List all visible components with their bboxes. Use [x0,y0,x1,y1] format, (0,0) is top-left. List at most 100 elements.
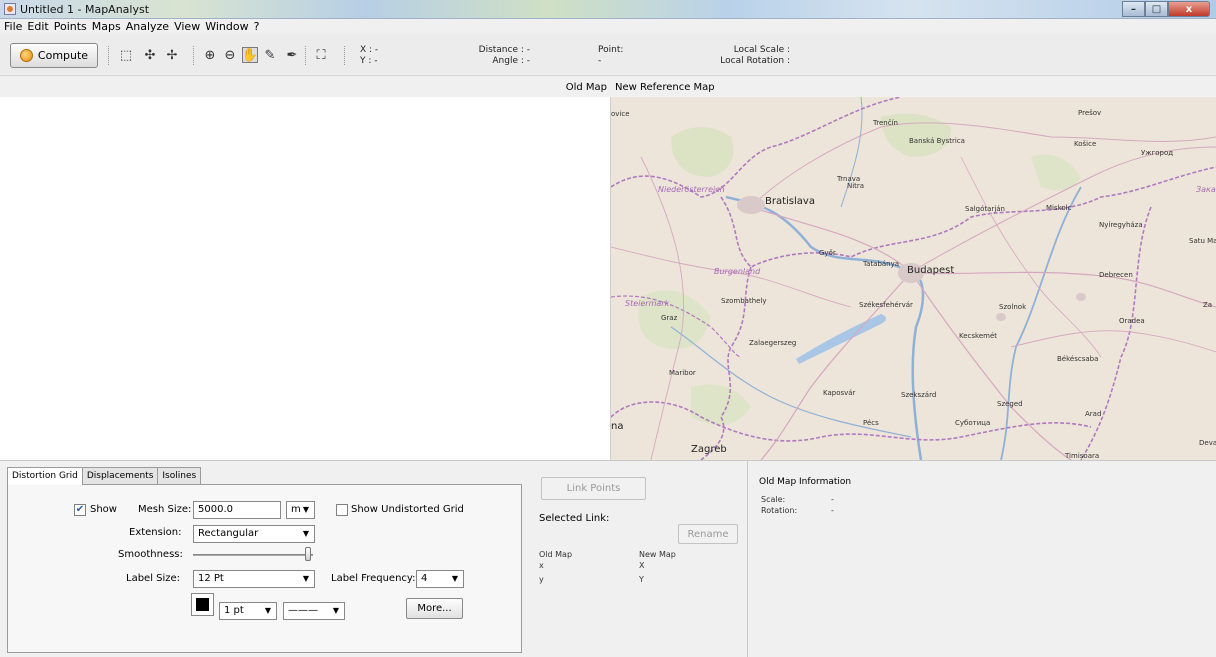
toolbar-separator [305,46,306,65]
map-label-na: na [611,421,624,432]
menu-file[interactable]: File [2,19,25,34]
map-label-zagreb: Zagreb [691,444,727,455]
compute-icon [19,49,33,62]
label-frequency-value: 4 [421,573,428,584]
map-label-banska: Banská Bystrica [909,137,965,145]
map-label-bratislava: Bratislava [765,196,815,207]
mesh-unit-select[interactable]: m ▼ [286,501,315,519]
tab-distortion-grid[interactable]: Distortion Grid [7,467,83,485]
menu-help[interactable]: ? [252,19,263,34]
map-label-niederosterreich: Niederösterreich [658,185,725,194]
old-map-header: Old Map [0,76,611,97]
toolbar-separator [344,46,345,65]
map-label-zaka: Зака [1196,185,1216,194]
tab-bar: Distortion Grid Displacements Isolines [7,467,202,485]
menu-view[interactable]: View [172,19,203,34]
line-style-value: ——— [288,605,318,616]
more-button[interactable]: More... [406,598,463,619]
minimize-button[interactable]: – [1122,1,1145,17]
chevron-down-icon: ▼ [302,529,309,538]
zoom-out-icon[interactable]: ⊖ [222,47,238,63]
measure-ruler-icon[interactable]: ✎ [262,47,278,63]
mesh-unit-value: m [291,504,301,515]
line-style-select[interactable]: ——— ▼ [283,602,345,620]
angle-readout: Angle : - [492,56,530,66]
extension-select[interactable]: Rectangular ▼ [193,525,315,543]
map-label-pecs: Pécs [863,419,879,427]
link-points-button[interactable]: Link Points [541,477,646,500]
show-label: Show [90,504,117,515]
distortion-grid-settings: ✔ Show Mesh Size: 5000.0 m ▼ Show Undist… [7,484,522,653]
rename-button[interactable]: Rename [678,524,738,544]
local-rotation-readout: Local Rotation : [720,56,790,66]
menu-points[interactable]: Points [52,19,90,34]
label-size-value: 12 Pt [198,573,224,584]
map-label-miskolc: Miskolc [1046,204,1072,212]
title-bar[interactable]: Untitled 1 - MapAnalyst – □ x [0,0,1216,19]
rotation-value: - [831,506,834,515]
compute-button[interactable]: Compute [10,43,98,68]
show-grid-checkbox[interactable]: ✔ [74,504,86,516]
old-map-column-label: Old Map [539,550,573,559]
menu-analyze[interactable]: Analyze [124,19,172,34]
map-label-graz: Graz [661,314,678,322]
chevron-down-icon: ▼ [332,606,339,615]
toolbar-separator [193,46,194,65]
menu-maps[interactable]: Maps [90,19,124,34]
x-readout: X : - [360,45,379,55]
line-color-button[interactable] [191,593,214,616]
map-label-maribor: Maribor [669,369,696,377]
map-label-bekescsaba: Békéscsaba [1057,355,1099,363]
map-label-uzhhorod: Ужгород [1141,149,1174,157]
map-label-kosice: Košice [1074,140,1097,148]
local-scale-readout: Local Scale : [733,45,790,55]
reference-map-canvas[interactable]: ovice Trenčín Banská Bystrica Prešov Koš… [611,97,1216,460]
close-button[interactable]: x [1168,1,1210,17]
show-undistorted-grid-checkbox[interactable] [336,504,348,516]
smoothness-slider-track[interactable] [193,554,313,556]
map-label-kaposvar: Kaposvár [823,389,856,397]
set-point-tool-icon[interactable]: ✣ [142,47,158,63]
point-label: Point: [598,45,624,55]
pan-hand-icon[interactable]: ✋ [242,47,258,63]
line-width-select[interactable]: 1 pt ▼ [219,602,277,620]
menu-edit[interactable]: Edit [25,19,51,34]
toolbar-separator [108,46,109,65]
map-label-satu-mare: Satu Mar [1189,237,1216,245]
map-label-szeged: Szeged [997,400,1023,408]
map-label-szekesfehervar: Székesfehérvár [859,301,913,309]
map-label-nyiregyhaza: Nyíregyháza [1099,221,1143,229]
label-frequency-label: Label Frequency: [331,573,416,584]
show-all-extent-icon[interactable]: ⛶ [313,47,329,63]
label-frequency-select[interactable]: 4 ▼ [416,570,464,588]
rotation-label: Rotation: [761,506,798,515]
old-map-panel[interactable]: Old Map [0,76,611,460]
mapanalyst-window: Untitled 1 - MapAnalyst – □ x File Edit … [0,0,1216,657]
mesh-size-input[interactable]: 5000.0 [193,501,281,519]
select-point-tool-icon[interactable]: ⬚ [118,47,134,63]
smoothness-slider-thumb[interactable] [305,547,311,561]
map-label-kecskemet: Kecskemét [959,332,998,340]
y-readout: Y : - [360,56,378,66]
move-point-tool-icon[interactable]: ✢ [164,47,180,63]
new-map-column-label: New Map [639,550,676,559]
map-label-timisoara: Timișoara [1065,452,1100,460]
bottom-panel: Distortion Grid Displacements Isolines ✔… [0,460,1216,657]
map-label-presov: Prešov [1078,109,1102,117]
pen-tool-icon[interactable]: ✒ [284,47,300,63]
map-label-salgotarjan: Salgótarján [965,205,1005,213]
new-map-label: New Reference Map [615,82,715,93]
zoom-in-icon[interactable]: ⊕ [202,47,218,63]
maximize-button[interactable]: □ [1145,1,1168,17]
link-points-panel: Link Points Selected Link: Rename Old Ma… [530,461,748,657]
selected-link-label: Selected Link: [539,513,610,524]
old-map-x: x [539,561,544,570]
chevron-down-icon: ▼ [302,505,309,514]
map-label-debrecen: Debrecen [1099,271,1133,279]
tab-isolines[interactable]: Isolines [157,467,202,484]
line-color-swatch [196,598,209,611]
menu-window[interactable]: Window [203,19,251,34]
tab-displacements[interactable]: Displacements [81,467,159,484]
map-label-szekszard: Szekszárd [901,391,937,399]
label-size-select[interactable]: 12 Pt ▼ [193,570,315,588]
